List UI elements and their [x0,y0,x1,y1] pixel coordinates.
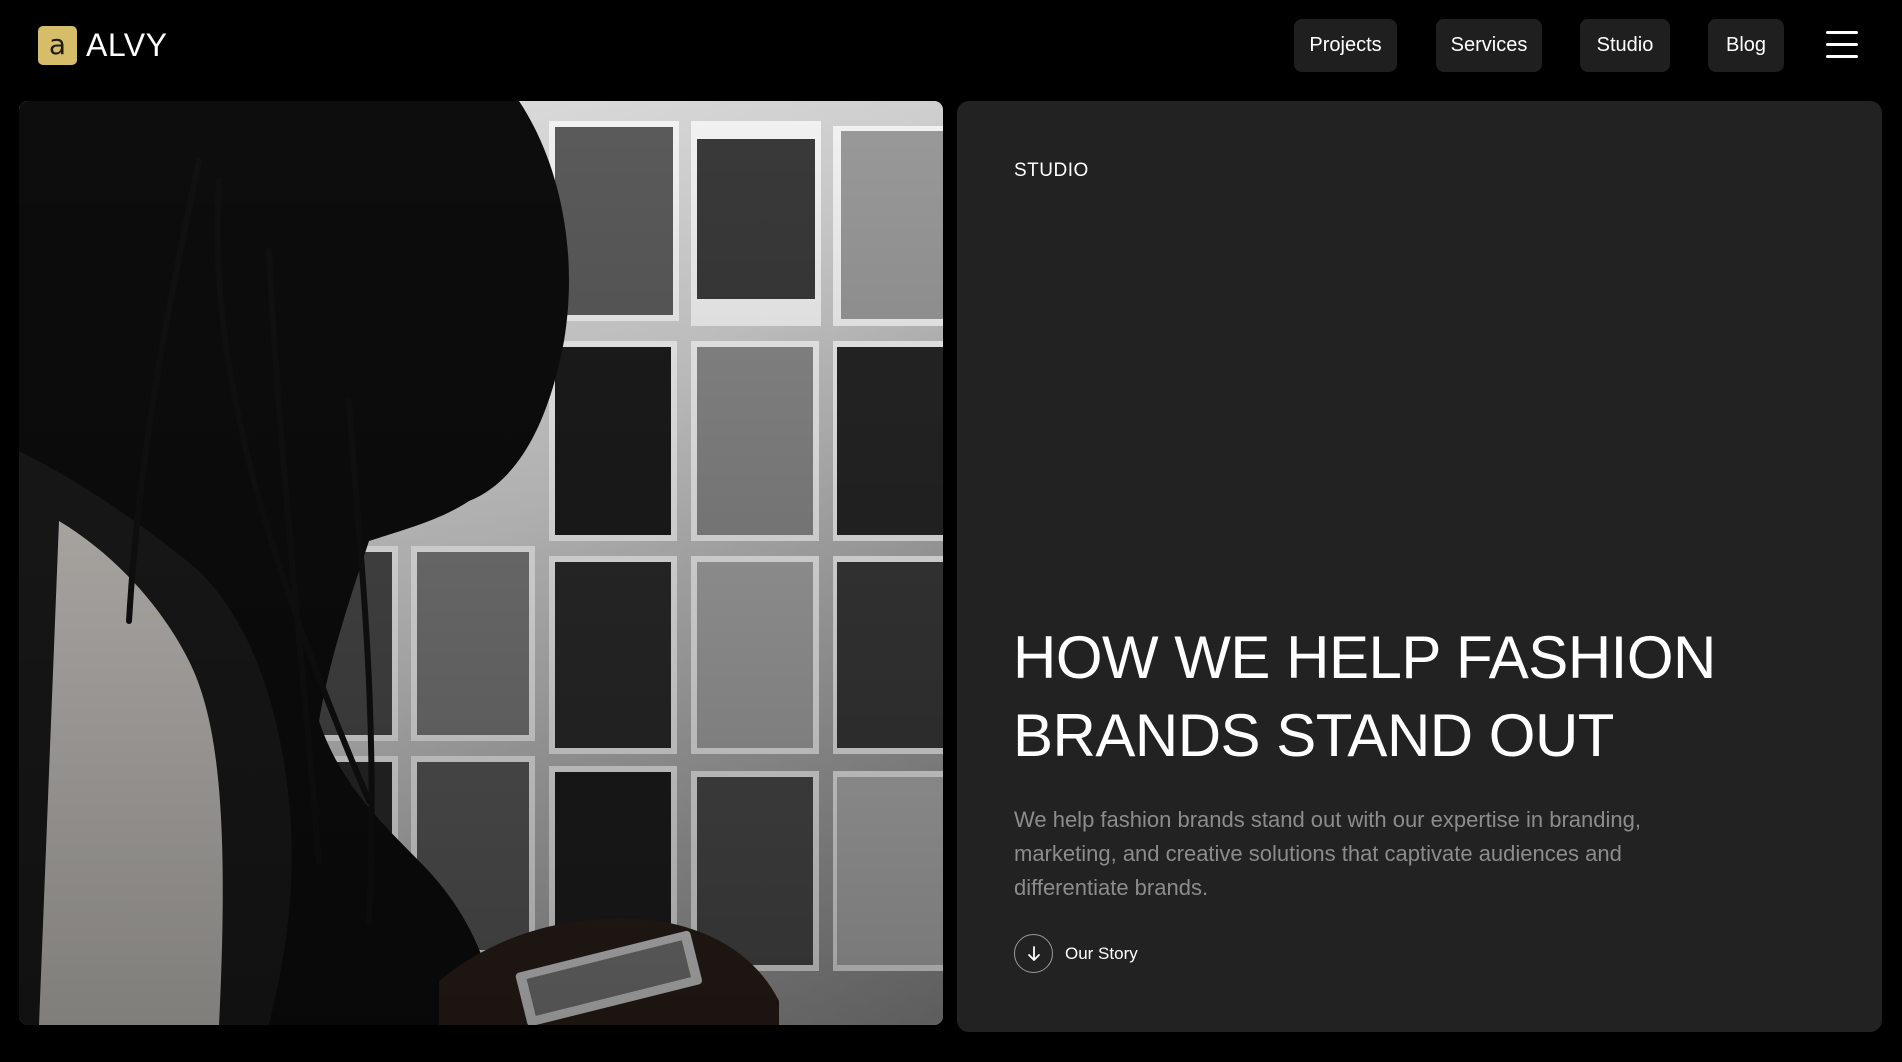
main-nav: Projects Services Studio Blog [0,19,1902,72]
nav-projects[interactable]: Projects [1294,19,1397,72]
nav-services[interactable]: Services [1436,19,1542,72]
nav-studio[interactable]: Studio [1580,19,1670,72]
hero-photo [19,101,943,1025]
site-header: a ALVY Projects Services Studio Blog [0,0,1902,92]
arrow-down-icon [1014,934,1053,973]
nav-blog[interactable]: Blog [1708,19,1784,72]
headline-line-1: HOW WE HELP FASHION [1013,624,1716,691]
hero-photo-illustration [19,101,943,1025]
section-eyebrow: STUDIO [1014,160,1089,181]
our-story-link[interactable]: Our Story [1014,934,1138,973]
our-story-label: Our Story [1065,943,1138,963]
studio-card: STUDIO HOW WE HELP FASHION BRANDS STAND … [957,101,1882,1032]
hamburger-menu-icon[interactable] [1826,31,1858,59]
hero-headline: HOW WE HELP FASHION BRANDS STAND OUT [1013,619,1773,775]
headline-line-2: BRANDS STAND OUT [1013,702,1614,769]
hero-description: We help fashion brands stand out with ou… [1014,807,1641,900]
